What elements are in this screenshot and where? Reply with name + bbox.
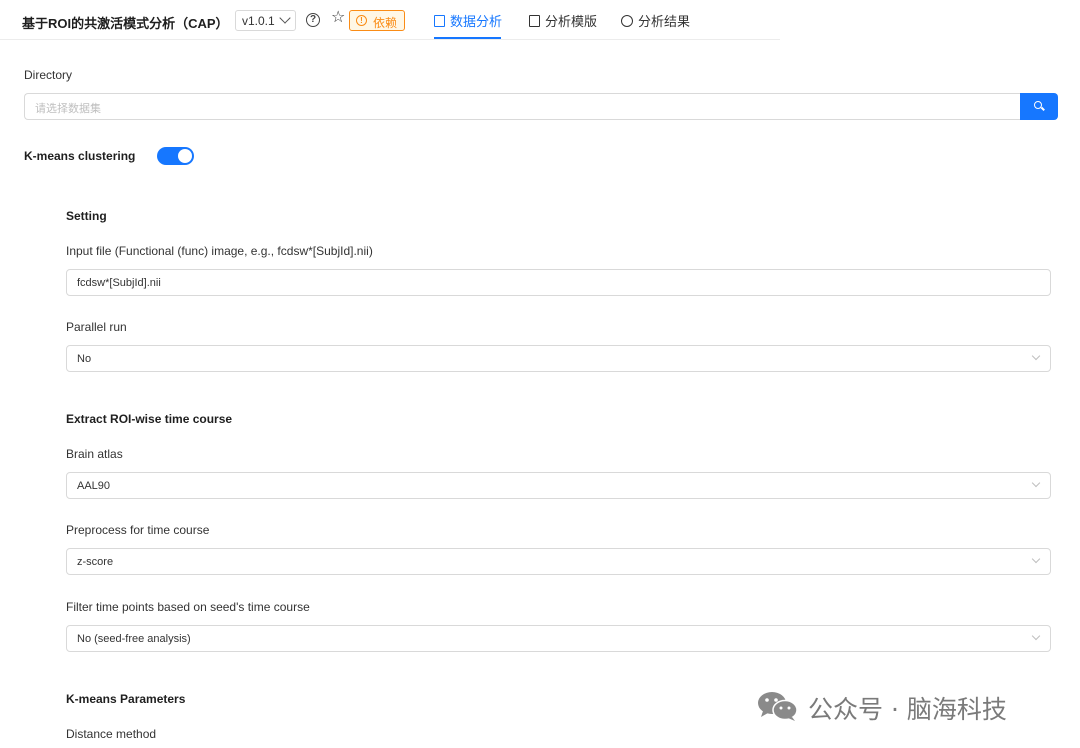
- parallel-run-value: No: [77, 353, 92, 365]
- parallel-run-select[interactable]: No: [66, 345, 1051, 372]
- app-title: 基于ROI的共激活模式分析（CAP）: [22, 16, 229, 31]
- wechat-icon: [758, 692, 798, 721]
- extract-title: Extract ROI-wise time course: [66, 412, 233, 426]
- watermark-text: 公众号 · 脑海科技: [808, 695, 1007, 724]
- version-value: v1.0.1: [242, 14, 275, 28]
- preprocess-select[interactable]: z-score: [66, 548, 1051, 575]
- brain-atlas-select[interactable]: AAL90: [66, 472, 1051, 499]
- directory-search-button[interactable]: [1020, 93, 1058, 120]
- setting-title: Setting: [66, 209, 107, 223]
- star-icon[interactable]: ☆: [331, 9, 345, 27]
- filter-time-points-value: No (seed-free analysis): [77, 633, 191, 645]
- warning-icon: !: [356, 15, 367, 26]
- directory-input[interactable]: 请选择数据集: [24, 93, 1020, 120]
- version-select[interactable]: v1.0.1: [235, 10, 296, 31]
- preprocess-value: z-score: [77, 556, 114, 568]
- edit-icon: [434, 15, 445, 27]
- tab-data-analysis[interactable]: 数据分析: [434, 11, 503, 39]
- kmeans-params-title: K-means Parameters: [66, 692, 186, 706]
- clock-icon: [621, 15, 633, 27]
- chevron-down-icon: [1031, 554, 1041, 564]
- kmeans-toggle[interactable]: [157, 147, 194, 165]
- kmeans-toggle-label: K-means clustering: [24, 149, 136, 163]
- input-file-field[interactable]: fcdsw*[SubjId].nii: [66, 269, 1051, 296]
- chevron-down-icon: [279, 12, 291, 24]
- filter-time-points-select[interactable]: No (seed-free analysis): [66, 625, 1051, 652]
- tab-label: 分析模版: [545, 14, 598, 29]
- search-icon: [1034, 101, 1042, 109]
- brain-atlas-value: AAL90: [77, 480, 111, 492]
- preprocess-label: Preprocess for time course: [66, 523, 210, 537]
- tab-label: 数据分析: [450, 14, 503, 29]
- directory-label: Directory: [24, 68, 73, 82]
- input-file-label: Input file (Functional (func) image, e.g…: [66, 244, 373, 258]
- tab-analysis-template[interactable]: 分析模版: [529, 11, 597, 39]
- top-bar: 基于ROI的共激活模式分析（CAP） v1.0.1 ? ☆ ! 依赖 数据分析 …: [0, 0, 780, 40]
- brain-atlas-label: Brain atlas: [66, 447, 123, 461]
- dependency-label: 依赖: [373, 16, 398, 30]
- distance-method-label: Distance method: [66, 727, 157, 741]
- tab-analysis-results[interactable]: 分析结果: [621, 11, 690, 39]
- chevron-down-icon: [1031, 351, 1041, 361]
- document-icon: [529, 15, 540, 27]
- chevron-down-icon: [1031, 631, 1041, 641]
- dependency-button[interactable]: ! 依赖: [349, 10, 405, 31]
- parallel-run-label: Parallel run: [66, 320, 127, 334]
- filter-time-points-label: Filter time points based on seed's time …: [66, 600, 310, 614]
- toggle-knob: [178, 149, 192, 163]
- tab-label: 分析结果: [638, 14, 691, 29]
- help-icon[interactable]: ?: [306, 13, 320, 27]
- chevron-down-icon: [1031, 478, 1041, 488]
